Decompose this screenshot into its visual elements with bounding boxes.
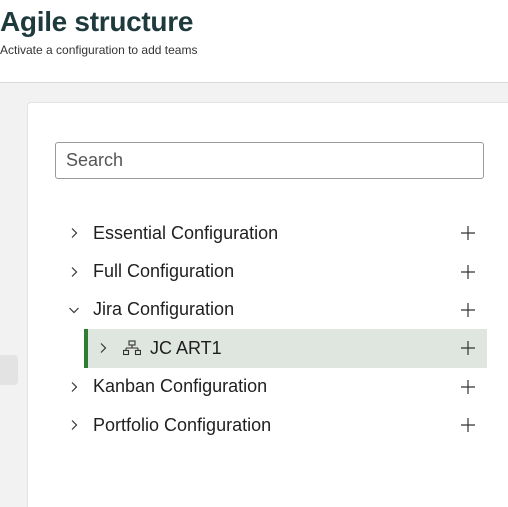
- chevron-right-icon[interactable]: [67, 265, 81, 279]
- chevron-right-icon[interactable]: [67, 418, 81, 432]
- tree-item-label: Essential Configuration: [93, 222, 279, 243]
- tree-item-label: Portfolio Configuration: [93, 414, 272, 435]
- tree-item-label: Full Configuration: [93, 261, 235, 282]
- chevron-down-icon[interactable]: [67, 303, 81, 317]
- tree-item-label: JC ART1: [150, 337, 222, 358]
- page-title: Agile structure: [0, 6, 194, 37]
- add-icon[interactable]: [459, 263, 477, 281]
- page: Agile structure Activate a configuration…: [0, 0, 508, 507]
- add-icon[interactable]: [459, 416, 477, 434]
- chevron-right-icon[interactable]: [96, 341, 110, 355]
- collapse-handle[interactable]: [0, 355, 18, 385]
- add-icon[interactable]: [459, 301, 477, 319]
- tree-item-essential-configuration[interactable]: Essential Configuration: [55, 214, 487, 252]
- tree-item-kanban-configuration[interactable]: Kanban Configuration: [55, 368, 487, 406]
- page-header: Agile structure Activate a configuration…: [0, 0, 508, 83]
- tree-item-jc-art1[interactable]: JC ART1: [84, 329, 487, 368]
- page-subtitle: Activate a configuration to add teams: [0, 43, 198, 57]
- search-input[interactable]: [55, 142, 484, 179]
- add-icon[interactable]: [459, 339, 477, 357]
- tree-item-label: Kanban Configuration: [93, 376, 268, 397]
- hierarchy-icon: [122, 340, 142, 356]
- tree-item-portfolio-configuration[interactable]: Portfolio Configuration: [55, 406, 487, 444]
- left-rail: [0, 83, 8, 507]
- selection-indicator: [84, 329, 88, 368]
- add-icon[interactable]: [459, 224, 477, 242]
- add-icon[interactable]: [459, 378, 477, 396]
- tree-item-jira-configuration[interactable]: Jira Configuration: [55, 291, 487, 329]
- chevron-right-icon[interactable]: [67, 380, 81, 394]
- tree-item-label: Jira Configuration: [93, 299, 235, 320]
- configuration-tree: Essential Configuration Full Configurati…: [55, 214, 487, 444]
- chevron-right-icon[interactable]: [67, 226, 81, 240]
- tree-item-full-configuration[interactable]: Full Configuration: [55, 252, 487, 290]
